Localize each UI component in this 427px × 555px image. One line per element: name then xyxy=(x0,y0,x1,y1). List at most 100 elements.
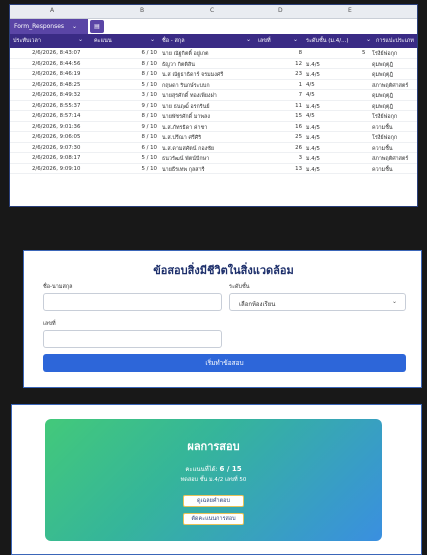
cell-category[interactable]: ดุมพฤตุฎิ xyxy=(372,92,393,100)
table-row[interactable]: 2/6/2026, 9:01:36 9 / 10 น.ส.ภัทรธิดา ค่าช… xyxy=(10,122,417,132)
chevron-down-icon[interactable]: ⌄ xyxy=(366,36,371,43)
cell-timestamp[interactable]: 2/6/2026, 9:07:30 xyxy=(32,145,80,151)
cell-category[interactable]: ความชื้น xyxy=(372,145,393,153)
cell-number[interactable]: 13 xyxy=(282,166,302,172)
table-row[interactable]: 2/6/2026, 8:49:32 3 / 10 นายสุรศักดิ์ ทองเ… xyxy=(10,90,417,101)
cell-class[interactable]: 4/5 xyxy=(306,92,315,98)
cell-category[interactable]: โรงีย์ฟอกุก xyxy=(372,134,397,142)
cell-score[interactable]: 5 / 10 xyxy=(131,82,157,88)
cell-timestamp[interactable]: 2/6/2026, 8:49:32 xyxy=(32,92,80,98)
class-select[interactable]: เลือกห้องเรียน ⌄ xyxy=(229,293,406,311)
cell-category[interactable]: สภาพฤติศาสตร์ xyxy=(372,155,408,163)
table-row[interactable]: 2/6/2026, 9:08:17 5 / 10 ธนวรัฒน์ พัตน์ปัก… xyxy=(10,153,417,164)
cell-name[interactable]: ธนวรัฒน์ พัตน์ปักษา xyxy=(162,155,209,163)
cell-number[interactable]: 1 xyxy=(282,82,302,88)
cell-score[interactable]: 6 / 10 xyxy=(131,145,157,151)
header-name[interactable]: ชื่อ - สกุล xyxy=(162,37,185,45)
column-letter[interactable]: B xyxy=(140,7,144,14)
cell-class[interactable]: 4/5 xyxy=(306,82,315,88)
header-timestamp[interactable]: ประทับเวลา xyxy=(13,37,41,45)
cell-score[interactable]: 8 / 10 xyxy=(131,134,157,140)
cell-score[interactable]: 9 / 10 xyxy=(131,103,157,109)
view-answers-button[interactable]: ดูเฉลยคำตอบ xyxy=(183,495,244,507)
chevron-down-icon[interactable]: ⌄ xyxy=(246,36,251,43)
table-row[interactable]: 2/6/2026, 8:43:07 6 / 10 นาย ณัฐกิตติ์ อยู… xyxy=(10,48,417,59)
table-row[interactable]: 2/6/2026, 9:09:10 5 / 10 นายธีรเทพ กุลสารี… xyxy=(10,164,417,174)
cell-category[interactable]: ความชื้น xyxy=(372,124,393,132)
cell-number[interactable]: 15 xyxy=(282,113,302,119)
cell-score[interactable]: 5 / 10 xyxy=(131,166,157,172)
cell-name[interactable]: กฤษดา รินกษ์ระบบก xyxy=(162,82,210,90)
column-letter[interactable]: E xyxy=(348,7,352,14)
cell-number[interactable]: 23 xyxy=(282,71,302,77)
cell-name[interactable]: น.ส.ดามสศัตน์ กองชัย xyxy=(162,145,214,153)
table-row[interactable]: 2/6/2026, 8:48:25 5 / 10 กฤษดา รินกษ์ระบบก… xyxy=(10,80,417,90)
cell-score[interactable]: 3 / 10 xyxy=(131,92,157,98)
cell-name[interactable]: น.ส.ปรีณา ศรีศิริ xyxy=(162,134,201,142)
cell-timestamp[interactable]: 2/6/2026, 9:08:17 xyxy=(32,155,80,161)
header-category[interactable]: การแปะประเภท xyxy=(376,37,414,45)
cell-category[interactable]: โรงีย์ฟอกุก xyxy=(372,113,397,121)
cell-name[interactable]: นาย ณัฐกิตติ์ อยู่เกต xyxy=(162,50,209,58)
cell-class[interactable]: ม.4/5 xyxy=(306,61,320,69)
cell-timestamp[interactable]: 2/6/2026, 8:44:56 xyxy=(32,61,80,67)
header-score[interactable]: คะแนน xyxy=(94,37,112,45)
cell-name[interactable]: นายพัชรศักดิ์ มาพลง xyxy=(162,113,210,121)
cell-number[interactable]: 7 xyxy=(282,92,302,98)
chevron-down-icon[interactable]: ⌄ xyxy=(293,36,298,43)
table-row[interactable]: 2/6/2026, 8:55:37 9 / 10 นาย ธนฤฒิ์ อรกริน… xyxy=(10,101,417,111)
cell-name[interactable]: ธัญวา กิตติสิน xyxy=(162,61,195,69)
cell-class[interactable]: ม.4/5 xyxy=(306,124,320,132)
cell-timestamp[interactable]: 2/6/2026, 9:01:36 xyxy=(32,124,80,130)
chevron-down-icon[interactable]: ⌄ xyxy=(78,36,83,43)
header-number[interactable]: เลขที่ xyxy=(258,37,271,45)
cell-class[interactable]: ม.4/5 xyxy=(306,145,320,153)
cell-category[interactable]: โรงีย์ฟอกุก xyxy=(372,50,397,58)
cell-score[interactable]: 9 / 10 xyxy=(131,124,157,130)
cell-number[interactable]: 25 xyxy=(282,134,302,140)
start-quiz-button[interactable]: เริ่มทำข้อสอบ xyxy=(43,354,406,372)
cell-score[interactable]: 8 / 10 xyxy=(131,61,157,67)
column-letter[interactable]: A xyxy=(50,7,54,14)
cell-score[interactable]: 8 / 10 xyxy=(131,71,157,77)
cell-class[interactable]: ม.4/5 xyxy=(306,71,320,79)
cell-number[interactable]: 26 xyxy=(282,145,302,151)
table-row[interactable]: 2/6/2026, 8:57:14 8 / 10 นายพัชรศักดิ์ มาพ… xyxy=(10,111,417,122)
cell-category[interactable]: ดุมพฤตุฎิ xyxy=(372,71,393,79)
cell-category[interactable]: สภาพฤติศาสตร์ xyxy=(372,82,408,90)
cell-class[interactable]: ม.4/5 xyxy=(306,155,320,163)
cell-timestamp[interactable]: 2/6/2026, 8:48:25 xyxy=(32,82,80,88)
table-row[interactable]: 2/6/2026, 9:07:30 6 / 10 น.ส.ดามสศัตน์ กอง… xyxy=(10,143,417,153)
table-row[interactable]: 2/6/2026, 8:46:19 8 / 10 น.ส ณัฐธาธิดาร์ จ… xyxy=(10,69,417,80)
chevron-down-icon[interactable]: ⌄ xyxy=(150,36,155,43)
cell-number[interactable]: 8 xyxy=(282,50,302,56)
cell-category[interactable]: ดุมพฤตุฎิ xyxy=(372,103,393,111)
cell-number[interactable]: 12 xyxy=(282,61,302,67)
cell-class[interactable]: 4/5 xyxy=(306,113,315,119)
cell-timestamp[interactable]: 2/6/2026, 9:09:10 xyxy=(32,166,80,172)
table-row[interactable]: 2/6/2026, 8:44:56 8 / 10 ธัญวา กิตติสิน 12 ม… xyxy=(10,59,417,69)
cell-timestamp[interactable]: 2/6/2026, 9:06:05 xyxy=(32,134,80,140)
column-letter[interactable]: C xyxy=(210,7,214,14)
table-row[interactable]: 2/6/2026, 9:06:05 8 / 10 น.ส.ปรีณา ศรีศิริ… xyxy=(10,132,417,143)
cell-category[interactable]: ดุมพฤตุฎิ xyxy=(372,61,393,69)
cell-number[interactable]: 11 xyxy=(282,103,302,109)
column-letter[interactable]: D xyxy=(278,7,283,14)
name-input[interactable] xyxy=(43,293,222,311)
cell-name[interactable]: น.ส ณัฐธาธิดาร์ จรมมงศรี xyxy=(162,71,223,79)
cell-timestamp[interactable]: 2/6/2026, 8:46:19 xyxy=(32,71,80,77)
cell-score[interactable]: 6 / 10 xyxy=(131,50,157,56)
cell-number[interactable]: 16 xyxy=(282,124,302,130)
retake-quiz-button[interactable]: ตัดคะแนนการสอบ xyxy=(183,513,244,525)
cell-score[interactable]: 8 / 10 xyxy=(131,113,157,119)
cell-name[interactable]: นายสุรศักดิ์ ทองเพียงฝา xyxy=(162,92,217,100)
cell-name[interactable]: นาย ธนฤฒิ์ อรกรินย์ xyxy=(162,103,210,111)
cell-class[interactable]: ม.4/5 xyxy=(306,166,320,174)
cell-number[interactable]: 3 xyxy=(282,155,302,161)
cell-timestamp[interactable]: 2/6/2026, 8:43:07 xyxy=(32,50,80,56)
header-class[interactable]: ระดับชั้น (ม.4/...) xyxy=(306,37,348,45)
cell-name[interactable]: นายธีรเทพ กุลสารี xyxy=(162,166,205,174)
cell-extra[interactable]: 5 xyxy=(362,50,365,56)
cell-class[interactable]: ม.4/5 xyxy=(306,103,320,111)
number-input[interactable] xyxy=(43,330,222,348)
